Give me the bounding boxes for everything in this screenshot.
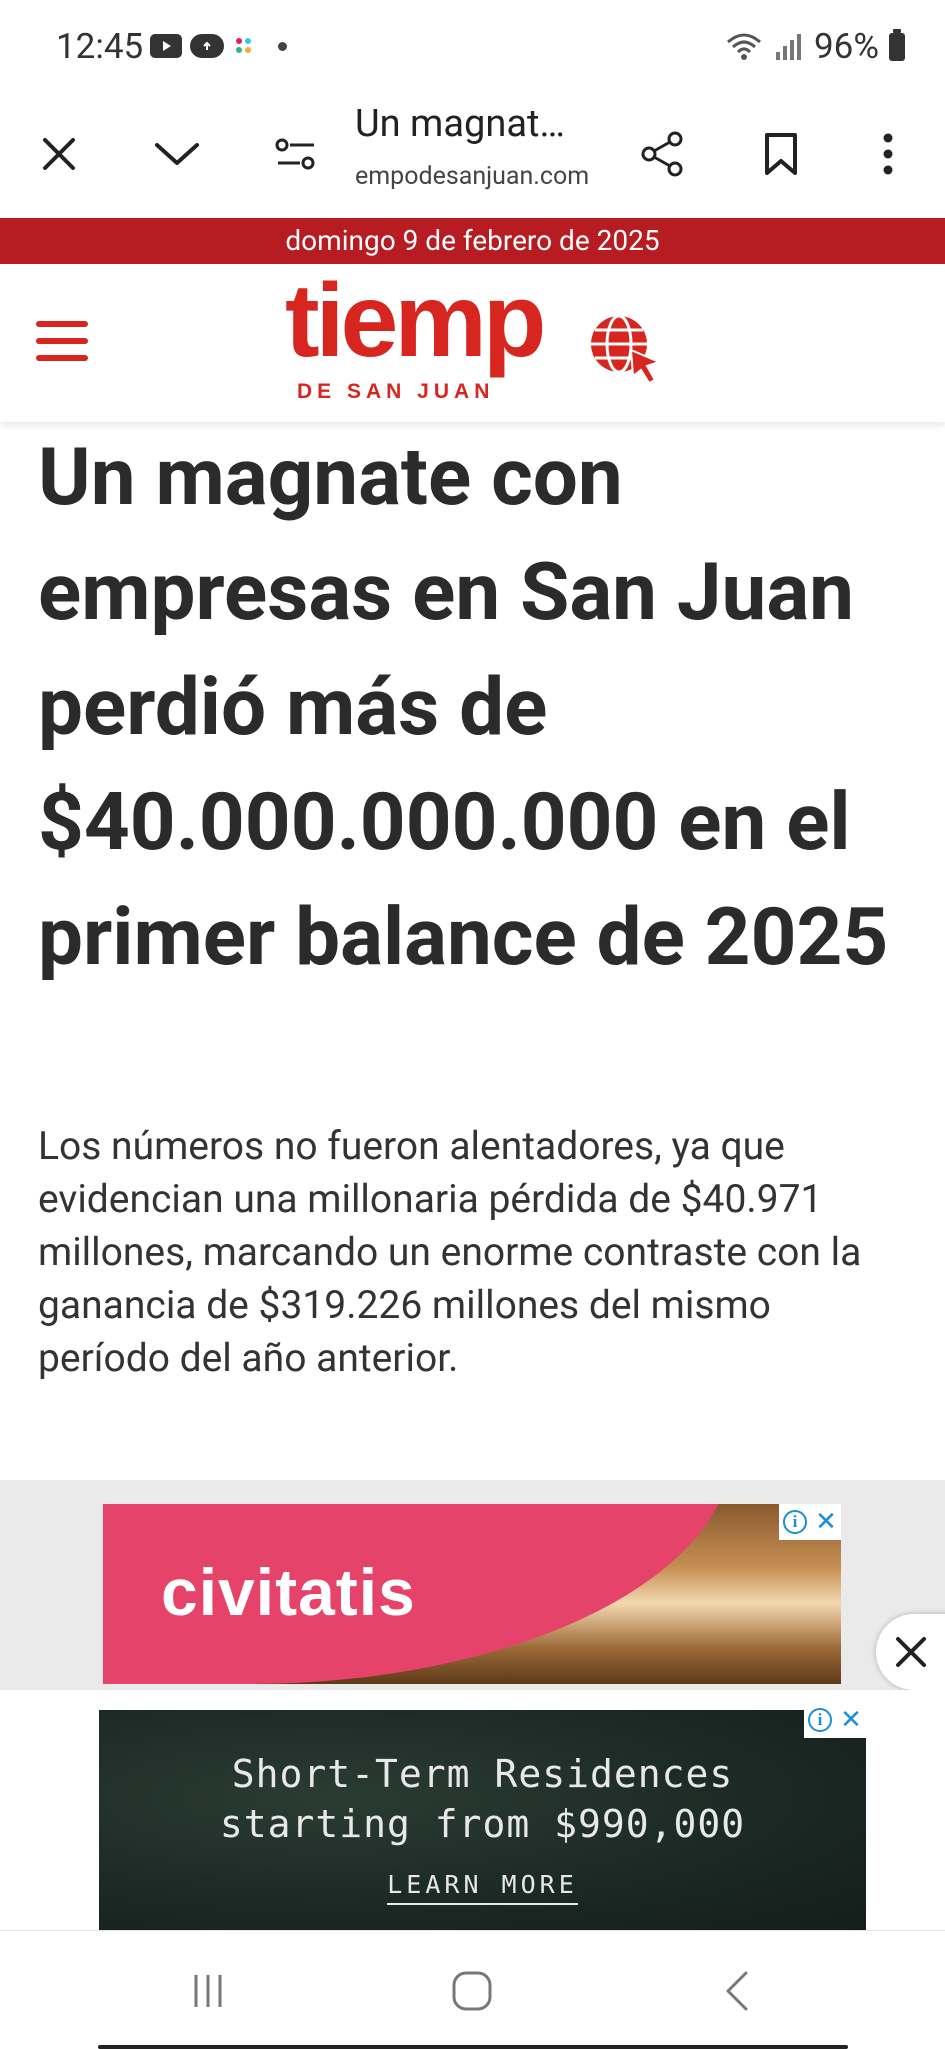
chevron-down-icon xyxy=(155,143,199,165)
page-tab-title[interactable]: Un magnat… xyxy=(355,102,565,146)
learn-more-label: LEARN MORE xyxy=(387,1870,578,1905)
back-button[interactable] xyxy=(707,1961,767,2021)
menu-icon-line xyxy=(36,338,88,344)
back-icon xyxy=(726,1971,748,2011)
site-logo[interactable]: tiemp DE SAN JUAN xyxy=(285,263,665,403)
ad-close-icon[interactable]: ✕ xyxy=(815,1509,837,1535)
info-icon[interactable]: i xyxy=(783,1510,808,1534)
menu-icon-line xyxy=(36,355,88,361)
youtube-icon xyxy=(150,34,182,58)
ad-choices[interactable]: i ✕ xyxy=(779,1504,841,1540)
site-settings-button[interactable] xyxy=(266,124,326,184)
browser-toolbar: Un magnat… empodesanjuan.com xyxy=(0,92,945,219)
menu-button[interactable] xyxy=(36,321,88,367)
menu-icon-line xyxy=(36,321,88,327)
bookmark-icon xyxy=(765,133,797,175)
globe-cursor-icon xyxy=(591,314,662,385)
cloud-sync-icon xyxy=(190,34,224,58)
home-button[interactable] xyxy=(442,1961,502,2021)
article-summary: Los números no fueron alentadores, ya qu… xyxy=(38,1123,862,1381)
close-tab-button[interactable] xyxy=(29,124,89,184)
ad-headline-line2: starting from $990,000 xyxy=(219,1802,746,1846)
battery-icon xyxy=(889,28,905,61)
status-right: 96% xyxy=(724,26,905,67)
recent-apps-icon xyxy=(194,1975,222,2007)
share-icon xyxy=(641,131,683,177)
minimize-button[interactable] xyxy=(147,124,207,184)
page-url[interactable]: empodesanjuan.com xyxy=(355,162,589,191)
status-bar: 12:45 96% xyxy=(0,0,945,92)
ad-brand: civitatis xyxy=(161,1555,416,1629)
sticky-ad-container: Short-Term Residences starting from $990… xyxy=(0,1690,945,1930)
more-vert-icon xyxy=(883,133,893,175)
close-icon xyxy=(43,138,75,170)
system-nav-bar xyxy=(0,1930,945,2049)
ad-close-icon[interactable]: ✕ xyxy=(840,1707,862,1733)
date-bar: domingo 9 de febrero de 2025 xyxy=(0,218,945,264)
learn-more-link[interactable]: LEARN MORE xyxy=(99,1870,866,1905)
signal-icon xyxy=(776,33,802,60)
logo-wordmark: tiemp xyxy=(285,263,546,379)
recent-apps-button[interactable] xyxy=(178,1961,238,2021)
close-sticky-ad-button[interactable] xyxy=(876,1614,945,1690)
logo-subtitle: DE SAN JUAN xyxy=(297,380,495,403)
slack-icon xyxy=(232,34,256,58)
ad-choices[interactable]: i ✕ xyxy=(804,1702,866,1738)
close-icon xyxy=(896,1637,926,1667)
residences-ad[interactable]: Short-Term Residences starting from $990… xyxy=(99,1702,866,1930)
tune-icon xyxy=(275,138,315,170)
ad-container: civitatis i ✕ xyxy=(0,1480,945,1690)
civitatis-ad[interactable]: civitatis i ✕ xyxy=(103,1504,841,1684)
notification-icons xyxy=(150,34,287,58)
info-icon[interactable]: i xyxy=(808,1708,833,1732)
site-header: tiemp DE SAN JUAN xyxy=(0,263,945,422)
bookmark-button[interactable] xyxy=(751,124,811,184)
gesture-bar xyxy=(98,2045,848,2049)
more-notifications-dot xyxy=(278,41,287,51)
share-button[interactable] xyxy=(633,124,693,184)
more-options-button[interactable] xyxy=(858,124,918,184)
home-icon xyxy=(452,1971,492,2011)
wifi-icon xyxy=(727,33,762,60)
battery-percentage: 96% xyxy=(814,26,879,67)
status-time: 12:45 xyxy=(56,26,144,67)
article-headline: Un magnate con empresas en San Juan perd… xyxy=(38,430,889,984)
ad-headline-line1: Short-Term Residences xyxy=(231,1752,734,1796)
